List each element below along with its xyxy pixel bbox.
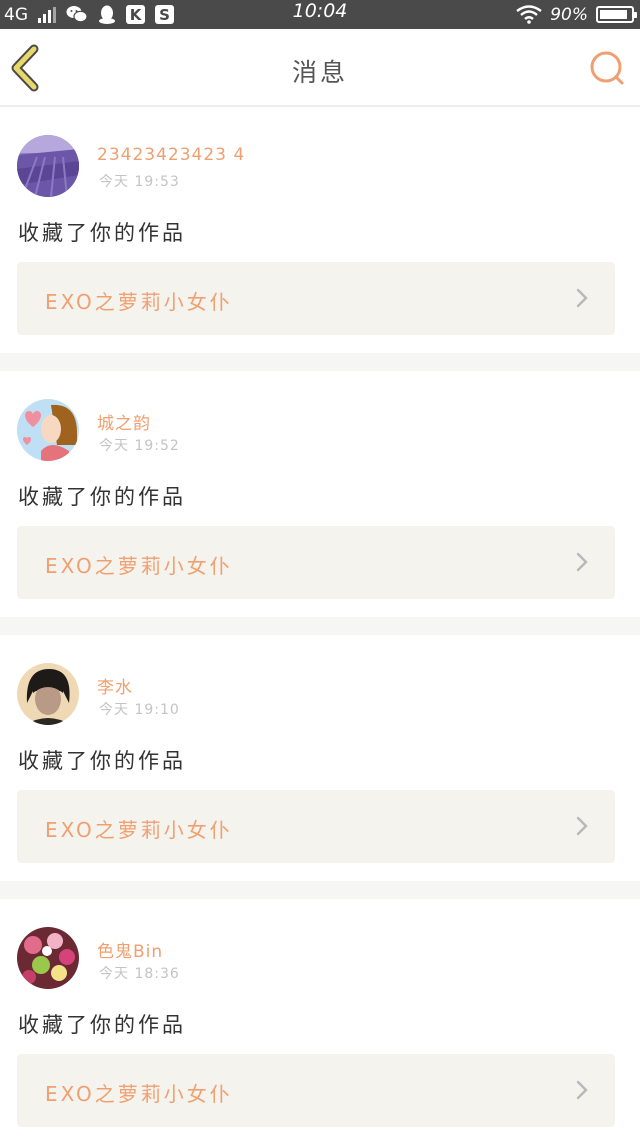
work-title: EXO之萝莉小女仆	[45, 554, 233, 578]
work-link[interactable]: EXO之萝莉小女仆	[17, 526, 615, 599]
page-title: 消息	[291, 58, 348, 87]
candy-avatar	[17, 927, 79, 989]
user-avatar[interactable]	[17, 927, 79, 989]
username[interactable]: 色鬼Bin	[97, 937, 163, 962]
work-link[interactable]: EXO之萝莉小女仆	[17, 1054, 615, 1127]
chevron-right-icon	[576, 816, 588, 836]
work-link[interactable]: EXO之萝莉小女仆	[17, 262, 615, 335]
action-text: 收藏了你的作品	[18, 485, 186, 509]
wifi-icon	[516, 5, 542, 24]
user-avatar[interactable]	[17, 399, 79, 461]
search-button[interactable]	[588, 49, 626, 87]
chevron-right-icon	[576, 552, 588, 572]
battery-icon	[596, 6, 637, 23]
user-avatar[interactable]	[17, 663, 79, 725]
nav-header: 消息	[0, 29, 640, 107]
notification-item: 李水 今天 19:10 收藏了你的作品 EXO之萝莉小女仆	[0, 635, 640, 881]
username[interactable]: 23423423423 4	[97, 145, 245, 165]
lavender-field-avatar	[17, 135, 79, 197]
separator	[0, 617, 640, 635]
battery-percent: 90%	[550, 4, 588, 25]
work-title: EXO之萝莉小女仆	[45, 1082, 233, 1106]
status-right: 90%	[516, 0, 637, 29]
timestamp: 今天 19:53	[99, 174, 180, 190]
username[interactable]: 李水	[97, 673, 133, 698]
work-link[interactable]: EXO之萝莉小女仆	[17, 790, 615, 863]
cartoon-girl-avatar	[17, 399, 79, 461]
notification-item: 23423423423 4 今天 19:53 收藏了你的作品 EXO之萝莉小女仆	[0, 107, 640, 353]
chevron-right-icon	[576, 1080, 588, 1100]
action-text: 收藏了你的作品	[18, 221, 186, 245]
status-bar: 4G K S 10:04 90%	[0, 0, 640, 29]
action-text: 收藏了你的作品	[18, 1013, 186, 1037]
message-list: 23423423423 4 今天 19:53 收藏了你的作品 EXO之萝莉小女仆…	[0, 107, 640, 1145]
work-title: EXO之萝莉小女仆	[45, 290, 233, 314]
notification-item: 色鬼Bin 今天 18:36 收藏了你的作品 EXO之萝莉小女仆	[0, 899, 640, 1145]
separator	[0, 353, 640, 371]
timestamp: 今天 19:10	[99, 702, 180, 718]
separator	[0, 881, 640, 899]
timestamp: 今天 18:36	[99, 966, 180, 982]
work-title: EXO之萝莉小女仆	[45, 818, 233, 842]
action-text: 收藏了你的作品	[18, 749, 186, 773]
portrait-avatar	[17, 663, 79, 725]
username[interactable]: 城之韵	[97, 409, 151, 434]
notification-item: 城之韵 今天 19:52 收藏了你的作品 EXO之萝莉小女仆	[0, 371, 640, 617]
timestamp: 今天 19:52	[99, 438, 180, 454]
chevron-right-icon	[576, 288, 588, 308]
user-avatar[interactable]	[17, 135, 79, 197]
search-icon	[590, 51, 624, 85]
